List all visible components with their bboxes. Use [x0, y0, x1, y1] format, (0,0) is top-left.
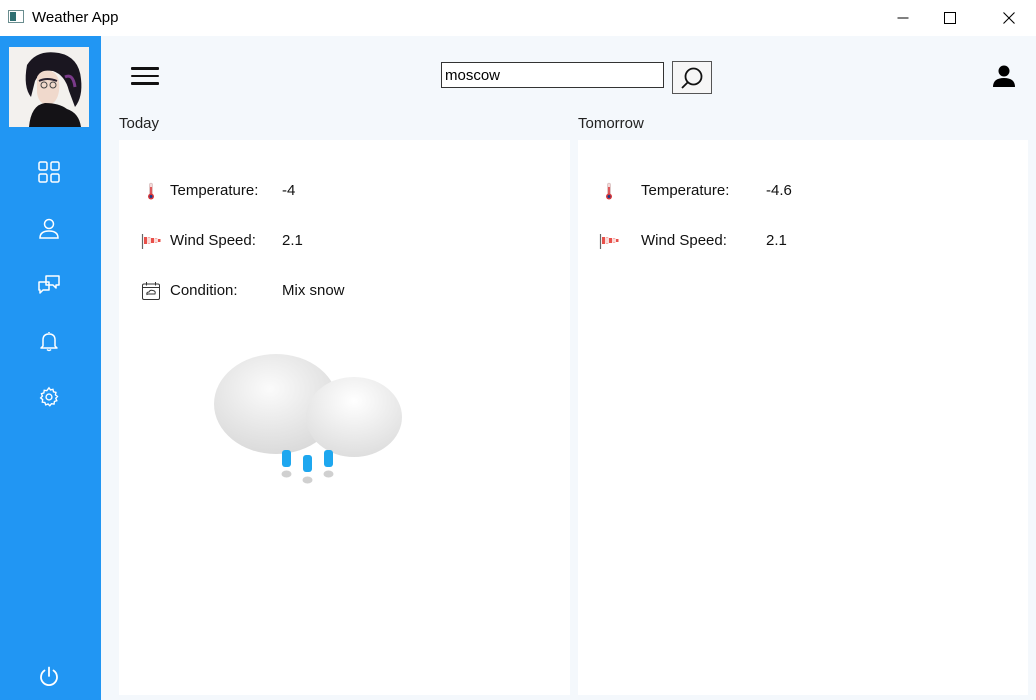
sidebar-item-messages[interactable]: [36, 272, 62, 298]
today-label: Today: [119, 115, 160, 132]
cloud-sleet-icon: [214, 350, 414, 500]
app-window-icon: [8, 10, 24, 23]
temperature-label: Temperature:: [641, 182, 730, 199]
avatar[interactable]: [9, 47, 89, 127]
condition-value: Mix snow: [282, 282, 345, 299]
maximize-icon: [944, 12, 956, 24]
maximize-button[interactable]: [927, 0, 973, 36]
temperature-label: Temperature:: [170, 182, 259, 199]
tomorrow-label: Tomorrow: [578, 115, 644, 132]
today-condition-row: Condition: Mix snow: [119, 279, 570, 303]
wind-speed-value: 2.1: [282, 232, 303, 249]
close-button[interactable]: [986, 0, 1032, 36]
tomorrow-temperature-row: Temperature: -4.6: [578, 179, 1028, 203]
window-titlebar: Weather App: [0, 0, 1036, 36]
today-wind-row: Wind Speed: 2.1: [119, 229, 570, 253]
condition-label: Condition:: [170, 282, 238, 299]
sidebar-item-profile[interactable]: [36, 216, 62, 242]
power-icon: [40, 666, 58, 687]
gear-icon: [39, 386, 59, 407]
power-button[interactable]: [36, 664, 62, 690]
minimize-icon: [897, 17, 909, 19]
account-button[interactable]: [992, 64, 1016, 88]
minimize-button[interactable]: [880, 0, 926, 36]
tomorrow-card: Temperature: -4.6 Wind Speed: 2.1: [578, 140, 1028, 695]
search-input[interactable]: [441, 62, 664, 88]
sidebar-item-notifications[interactable]: [36, 328, 62, 354]
chat-bubbles-icon: [38, 275, 60, 294]
bell-icon: [40, 332, 58, 352]
tomorrow-wind-row: Wind Speed: 2.1: [578, 229, 1028, 253]
search-button[interactable]: [672, 61, 712, 94]
sidebar: [0, 36, 101, 700]
wind-speed-label: Wind Speed:: [641, 232, 727, 249]
windsock-icon: [599, 229, 619, 253]
today-temperature-row: Temperature: -4: [119, 179, 570, 203]
temperature-value: -4: [282, 182, 296, 199]
thermometer-icon: [599, 179, 619, 203]
thermometer-icon: [141, 179, 161, 203]
user-outline-icon: [39, 218, 59, 239]
sidebar-item-dashboard[interactable]: [36, 159, 62, 185]
today-card: Temperature: -4 Wind Speed: 2.1 Conditio…: [119, 140, 570, 695]
search-icon: [681, 67, 703, 89]
windsock-icon: [141, 229, 161, 253]
temperature-value: -4.6: [766, 182, 792, 199]
window-title: Weather App: [32, 9, 119, 26]
wind-speed-value: 2.1: [766, 232, 787, 249]
hamburger-menu-icon: [131, 67, 159, 70]
account-icon: [993, 65, 1015, 87]
sidebar-item-settings[interactable]: [36, 384, 62, 410]
menu-button[interactable]: [131, 67, 159, 87]
main-content: Today Temperature: -4 Wind Speed: 2.1 Co…: [101, 36, 1036, 700]
dashboard-grid-icon: [38, 161, 60, 183]
close-icon: [1003, 12, 1015, 24]
calendar-weather-icon: [141, 279, 161, 303]
wind-speed-label: Wind Speed:: [170, 232, 256, 249]
